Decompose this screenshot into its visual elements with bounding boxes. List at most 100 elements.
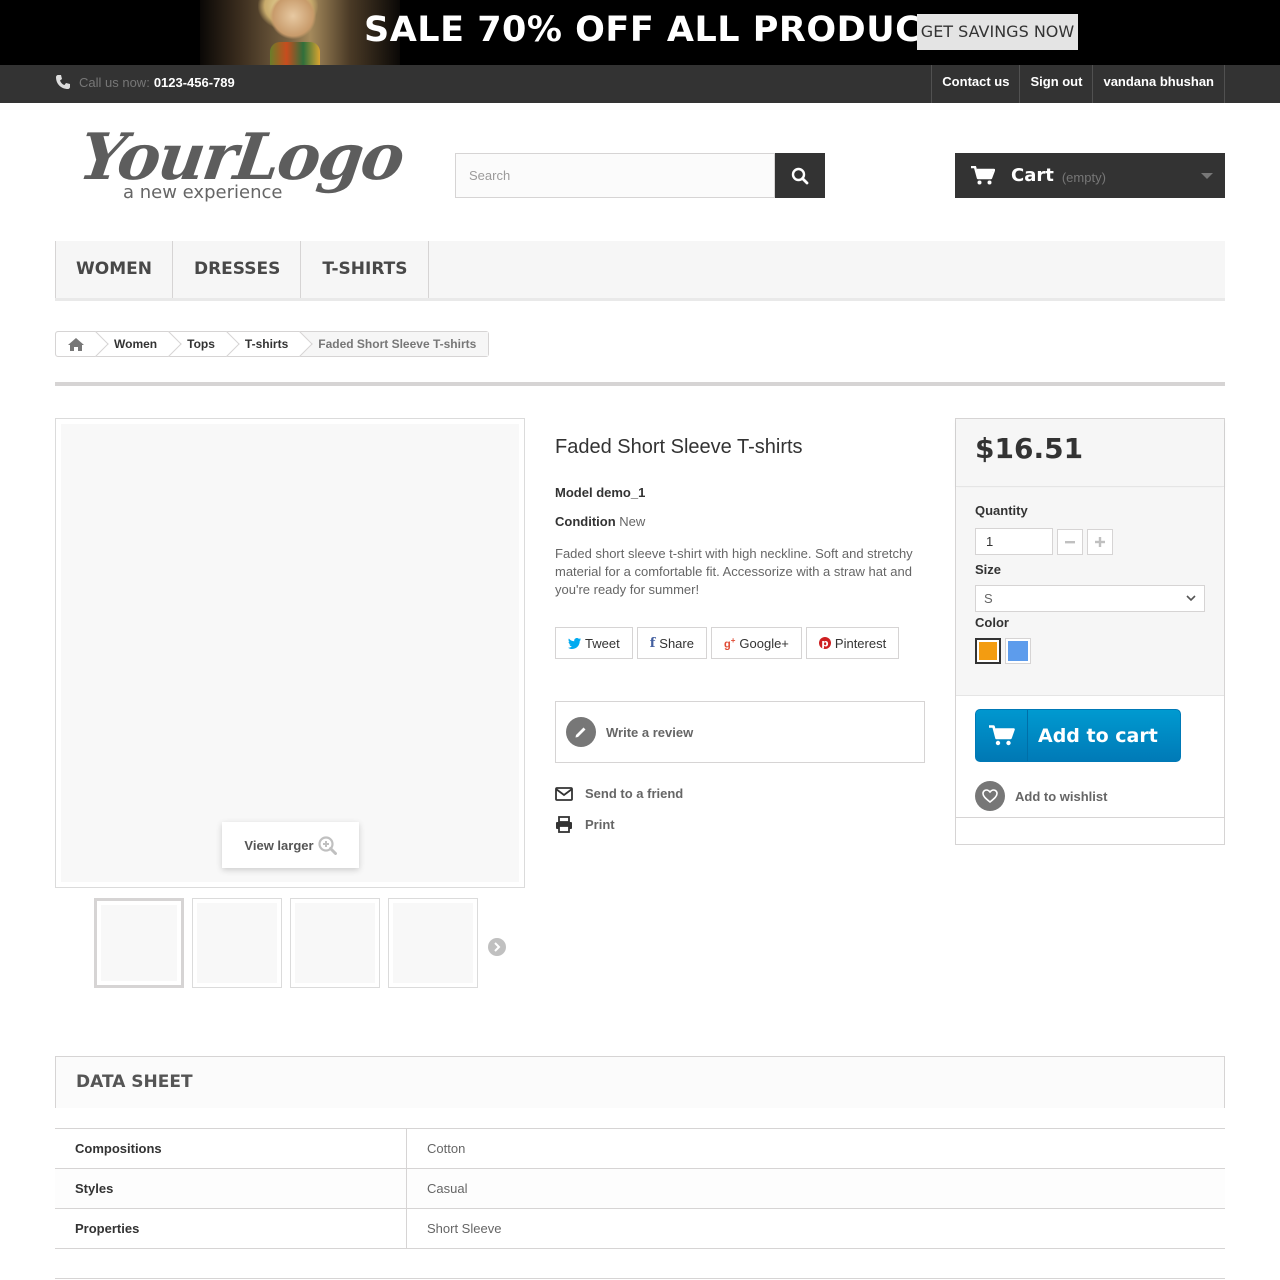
cart-icon [971, 165, 995, 184]
minus-icon [1065, 541, 1075, 544]
search-input[interactable] [455, 153, 775, 198]
size-select[interactable]: S [975, 585, 1205, 612]
product-condition: Condition New [555, 514, 645, 529]
menu-item-tshirts[interactable]: T-SHIRTS [301, 241, 429, 298]
google-plus-button[interactable]: g+ Google+ [710, 627, 802, 659]
data-sheet-value: Casual [427, 1181, 468, 1196]
divider [55, 1278, 1225, 1279]
product-title: Faded Short Sleeve T-shirts [555, 436, 803, 458]
pencil-icon [566, 717, 596, 747]
product-options: Quantity Size S Color [956, 488, 1224, 696]
send-to-friend-label: Send to a friend [585, 786, 684, 801]
product-price: $16.51 [975, 432, 1084, 465]
data-sheet-value: Short Sleeve [427, 1221, 502, 1236]
quantity-decrease-button[interactable] [1057, 529, 1083, 555]
chevron-right-icon [494, 942, 501, 952]
phone-number: 0123-456-789 [153, 74, 235, 90]
quantity-label: Quantity [975, 503, 1028, 518]
color-swatch-orange[interactable] [975, 638, 1001, 664]
buy-box: $16.51 Quantity Size S Color Add to cart… [955, 418, 1225, 845]
breadcrumb: Women Tops T-shirts Faded Short Sleeve T… [55, 331, 490, 357]
add-to-wishlist-label: Add to wishlist [1015, 788, 1108, 804]
quantity-input[interactable] [975, 528, 1053, 555]
printer-icon [556, 816, 572, 833]
thumbnail-list [94, 898, 486, 988]
chevron-down-icon [1186, 595, 1196, 602]
svg-text:p: p [821, 639, 828, 650]
account-link[interactable]: vandana bhushan [1092, 65, 1225, 103]
search-button[interactable] [775, 153, 825, 198]
thumbnail[interactable] [388, 898, 478, 988]
tweet-button[interactable]: Tweet [555, 627, 633, 659]
model-value: demo_1 [596, 485, 646, 500]
color-label: Color [975, 615, 1009, 630]
add-to-cart-label: Add to cart [1038, 724, 1158, 747]
cart-button[interactable]: Cart (empty) [955, 153, 1225, 198]
zoom-in-icon [317, 835, 337, 855]
table-row: Properties Short Sleeve [55, 1209, 1225, 1249]
thumbnail[interactable] [290, 898, 380, 988]
call-label: Call us now: [79, 74, 150, 90]
cart-status: (empty) [1061, 169, 1106, 185]
get-savings-button[interactable]: GET SAVINGS NOW [917, 14, 1078, 50]
add-to-wishlist-button[interactable]: Add to wishlist [975, 781, 1107, 811]
search-bar [455, 153, 825, 198]
size-label: Size [975, 562, 1002, 577]
pinterest-button[interactable]: p Pinterest [805, 627, 900, 659]
menu-item-dresses[interactable]: DRESSES [173, 241, 302, 298]
thumbnail-next-button[interactable] [488, 938, 506, 956]
promo-banner[interactable]: SALE 70% OFF ALL PRODUCTS GET SAVINGS NO… [0, 0, 1280, 65]
data-sheet-table: Compositions Cotton Styles Casual Proper… [55, 1128, 1225, 1249]
main-menu: WOMEN DRESSES T-SHIRTS [55, 241, 1225, 301]
view-larger-button[interactable]: View larger [222, 822, 359, 868]
call-us: Call us now: 0123-456-789 [55, 74, 235, 90]
sign-out-link[interactable]: Sign out [1019, 65, 1092, 103]
data-sheet-key: Styles [55, 1169, 407, 1208]
menu-item-women[interactable]: WOMEN [55, 241, 173, 298]
data-sheet-heading: DATA SHEET [55, 1056, 1225, 1108]
tweet-label: Tweet [585, 635, 620, 651]
heart-icon [975, 781, 1005, 811]
facebook-share-button[interactable]: f Share [636, 627, 707, 659]
envelope-icon [555, 786, 573, 801]
color-swatch-blue[interactable] [1005, 638, 1031, 664]
home-icon [68, 337, 84, 351]
cart-icon [988, 724, 1015, 745]
search-icon [791, 167, 809, 184]
quantity-increase-button[interactable] [1087, 529, 1113, 555]
data-sheet-key: Properties [55, 1209, 407, 1248]
product-image[interactable]: View larger [55, 418, 525, 888]
size-value: S [984, 591, 993, 606]
thumbnail[interactable] [192, 898, 282, 988]
product-model: Model demo_1 [555, 485, 645, 500]
table-row: Styles Casual [55, 1169, 1225, 1209]
divider [55, 382, 1225, 386]
cart-label: Cart [1011, 165, 1054, 186]
share-label: Share [659, 635, 694, 651]
contact-us-link[interactable]: Contact us [931, 65, 1019, 103]
write-review-button[interactable]: Write a review [555, 701, 925, 763]
print-label: Print [585, 817, 615, 832]
google-label: Google+ [739, 635, 789, 651]
print-link[interactable]: Print [555, 816, 615, 833]
condition-label: Condition [555, 514, 616, 529]
model-label: Model [555, 485, 593, 500]
logo-tagline: a new experience [123, 182, 283, 203]
chevron-down-icon [1201, 173, 1213, 179]
data-sheet-key: Compositions [55, 1129, 407, 1168]
site-logo[interactable]: YourLogo a new experience [75, 120, 408, 210]
social-share: Tweet f Share g+ Google+ p Pinterest [555, 627, 903, 659]
top-nav-bar: Call us now: 0123-456-789 Contact us Sig… [0, 65, 1280, 103]
breadcrumb-current: Faded Short Sleeve T-shirts [300, 332, 489, 356]
table-row: Compositions Cotton [55, 1129, 1225, 1169]
plus-icon [1095, 537, 1105, 547]
send-to-friend-link[interactable]: Send to a friend [555, 786, 683, 801]
data-sheet-value: Cotton [427, 1141, 466, 1156]
add-to-cart-button[interactable]: Add to cart [975, 709, 1181, 762]
condition-value: New [619, 514, 646, 529]
pinterest-icon: p [818, 637, 831, 650]
view-larger-label: View larger [244, 837, 314, 853]
thumbnail[interactable] [94, 898, 184, 988]
product-description: Faded short sleeve t-shirt with high nec… [555, 546, 913, 597]
facebook-icon: f [649, 635, 656, 651]
